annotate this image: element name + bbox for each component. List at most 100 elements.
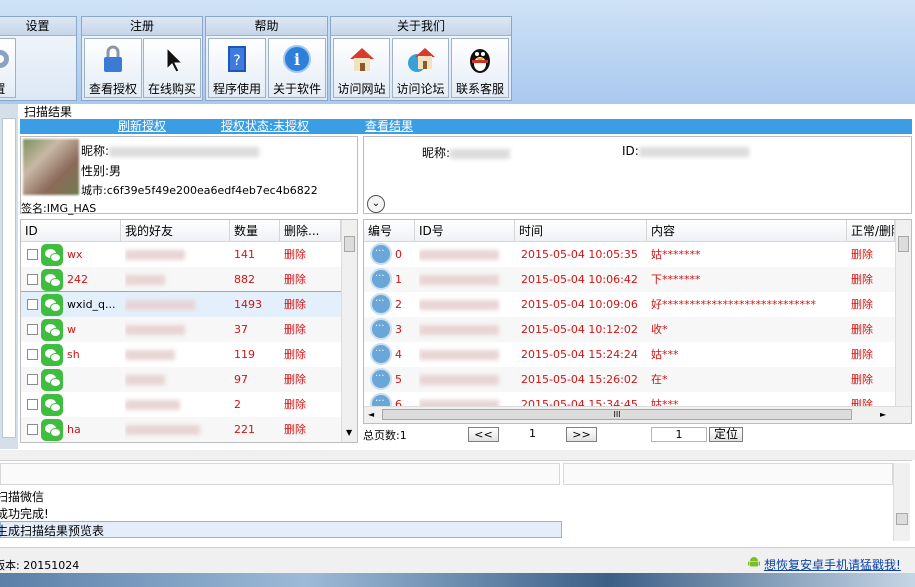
friend-message-count: 119 <box>234 348 255 361</box>
gender: 性别:男 <box>81 164 122 178</box>
friend-delete-status[interactable]: 删除 <box>284 292 334 317</box>
friend-delete-status[interactable]: 删除 <box>284 267 334 292</box>
ribbon-group-about-us: 关于我们 访问网站 访问论坛 联系客服 <box>330 16 512 101</box>
contact-id-blurred <box>638 146 749 157</box>
splitter[interactable] <box>0 450 915 460</box>
message-row[interactable]: 3 2015-05-04 10:12:02 收* 删除 <box>364 317 895 342</box>
refresh-license-link[interactable]: 刷新授权 <box>118 119 166 134</box>
message-row[interactable]: 1 2015-05-04 10:06:42 下******* 删除 <box>364 267 895 292</box>
column-header-status[interactable]: 正常/删除 <box>847 220 895 242</box>
message-status[interactable]: 删除 <box>851 292 893 317</box>
message-status[interactable]: 删除 <box>851 342 893 367</box>
row-checkbox[interactable] <box>27 324 38 335</box>
friend-row[interactable]: sh 119 删除 <box>21 342 341 367</box>
friend-id: wxid_q... <box>67 298 116 311</box>
message-row[interactable]: 5 2015-05-04 15:26:02 在* 删除 <box>364 367 895 392</box>
ribbon-button-label: 访问论坛 <box>396 82 445 96</box>
friend-message-count: 97 <box>234 373 248 386</box>
column-header-friend[interactable]: 我的好友 <box>121 220 230 242</box>
row-checkbox[interactable] <box>27 374 38 385</box>
friend-delete-status[interactable]: 删除 <box>284 367 334 392</box>
message-status[interactable]: 删除 <box>851 367 893 392</box>
column-header-id[interactable]: ID <box>21 220 121 242</box>
prev-page-button[interactable]: << <box>468 427 499 442</box>
message-time: 2015-05-04 10:12:02 <box>521 323 638 336</box>
column-header-id-number[interactable]: ID号 <box>415 220 515 242</box>
row-checkbox[interactable] <box>27 299 38 310</box>
locate-button[interactable]: 定位 <box>709 427 743 442</box>
log-vertical-scrollbar[interactable] <box>893 463 910 541</box>
chevron-down-icon: ⌄ <box>371 198 381 209</box>
column-header-count[interactable]: 数量 <box>230 220 280 242</box>
account-profile: 昵称: 性别:男 城市:c6f39e5f49e200ea6edf4eb7ec4b… <box>20 136 358 215</box>
message-bubble-icon <box>370 318 392 340</box>
signature: 签名:IMG_HAS <box>21 202 97 215</box>
scroll-down-arrow-icon[interactable]: ▼ <box>346 428 352 437</box>
message-row[interactable]: 2 2015-05-04 10:09:06 好*******************… <box>364 292 895 317</box>
expand-down-button[interactable]: ⌄ <box>367 195 385 213</box>
usage-guide-button[interactable]: ? 程序使用 <box>208 38 266 98</box>
message-row[interactable]: 0 2015-05-04 10:05:35 姑******* 删除 <box>364 242 895 267</box>
message-content: 在* <box>651 373 668 386</box>
about-software-button[interactable]: i 关于软件 <box>268 38 326 98</box>
buy-online-button[interactable]: 在线购买 <box>143 38 201 98</box>
row-checkbox[interactable] <box>27 424 38 435</box>
messages-horizontal-scrollbar[interactable]: ◄ III ► <box>364 406 911 423</box>
column-header-content[interactable]: 内容 <box>647 220 847 242</box>
cursor-icon <box>166 46 184 73</box>
friend-row[interactable]: 2 删除 <box>21 392 341 417</box>
total-pages: 总页数:1 <box>363 429 407 442</box>
friend-row[interactable]: w 37 删除 <box>21 317 341 342</box>
friend-id: w <box>67 323 76 336</box>
messages-vertical-scrollbar[interactable] <box>895 220 911 406</box>
friend-delete-status[interactable]: 删除 <box>284 317 334 342</box>
nickname-label: 昵称: <box>81 144 110 158</box>
friend-delete-status[interactable]: 删除 <box>284 392 334 417</box>
friend-row[interactable]: 242 882 删除 <box>21 267 341 292</box>
message-bubble-icon <box>370 368 392 390</box>
ribbon-button-label: 查看授权 <box>88 82 137 96</box>
desktop-background <box>0 573 915 587</box>
settings-button[interactable]: 置 <box>0 38 16 98</box>
message-number: 2 <box>395 298 402 311</box>
ribbon-group-register: 注册 查看授权 在线购买 <box>81 16 203 101</box>
contact-support-button[interactable]: 联系客服 <box>451 38 509 98</box>
current-page: 1 <box>529 427 536 440</box>
friend-row[interactable]: ha 221 删除 <box>21 417 341 442</box>
message-row[interactable]: 4 2015-05-04 15:24:24 姑*** 删除 <box>364 342 895 367</box>
friends-scroll-thumb[interactable] <box>344 236 355 252</box>
column-header-time[interactable]: 时间 <box>515 220 647 242</box>
friends-table: ID 我的好友 数量 删除... wx 141 删除 242 882 删除 wxid_q..… <box>20 219 358 443</box>
view-result-link[interactable]: 查看结果 <box>365 119 413 134</box>
view-license-button[interactable]: 查看授权 <box>84 38 142 98</box>
android-recovery-link[interactable]: 想恢复安卓手机请猛戳我! <box>764 556 901 573</box>
message-status[interactable]: 删除 <box>851 317 893 342</box>
scroll-right-arrow-icon[interactable]: ► <box>880 410 886 419</box>
next-page-button[interactable]: >> <box>566 427 597 442</box>
friend-delete-status[interactable]: 删除 <box>284 242 334 267</box>
friend-row[interactable]: 97 删除 <box>21 367 341 392</box>
row-checkbox[interactable] <box>27 399 38 410</box>
message-status[interactable]: 删除 <box>851 267 893 292</box>
log-line-selected[interactable]: 生成扫描结果预览表 <box>0 522 104 539</box>
messages-hscroll-thumb[interactable]: III <box>382 409 852 420</box>
scroll-left-arrow-icon[interactable]: ◄ <box>368 410 374 419</box>
column-header-number[interactable]: 编号 <box>364 220 415 242</box>
friend-delete-status[interactable]: 删除 <box>284 342 334 367</box>
visit-website-button[interactable]: 访问网站 <box>333 38 390 98</box>
friend-row[interactable]: wx 141 删除 <box>21 242 341 267</box>
messages-scroll-thumb[interactable] <box>898 236 909 252</box>
message-status[interactable]: 删除 <box>851 242 893 267</box>
friends-vertical-scrollbar[interactable]: ▼ <box>341 220 357 442</box>
row-checkbox[interactable] <box>27 274 38 285</box>
log-scroll-thumb[interactable] <box>896 513 908 525</box>
row-checkbox[interactable] <box>27 249 38 260</box>
row-checkbox[interactable] <box>27 349 38 360</box>
friend-delete-status[interactable]: 删除 <box>284 417 334 442</box>
contact-nickname-label: 昵称: <box>422 146 451 160</box>
column-header-delete[interactable]: 删除... <box>280 220 341 242</box>
visit-forum-button[interactable]: 访问论坛 <box>392 38 449 98</box>
friend-row[interactable]: wxid_q... 1493 删除 <box>21 291 342 318</box>
goto-page-input[interactable]: 1 <box>651 427 707 442</box>
license-status-link[interactable]: 授权状态:未授权 <box>221 119 309 134</box>
